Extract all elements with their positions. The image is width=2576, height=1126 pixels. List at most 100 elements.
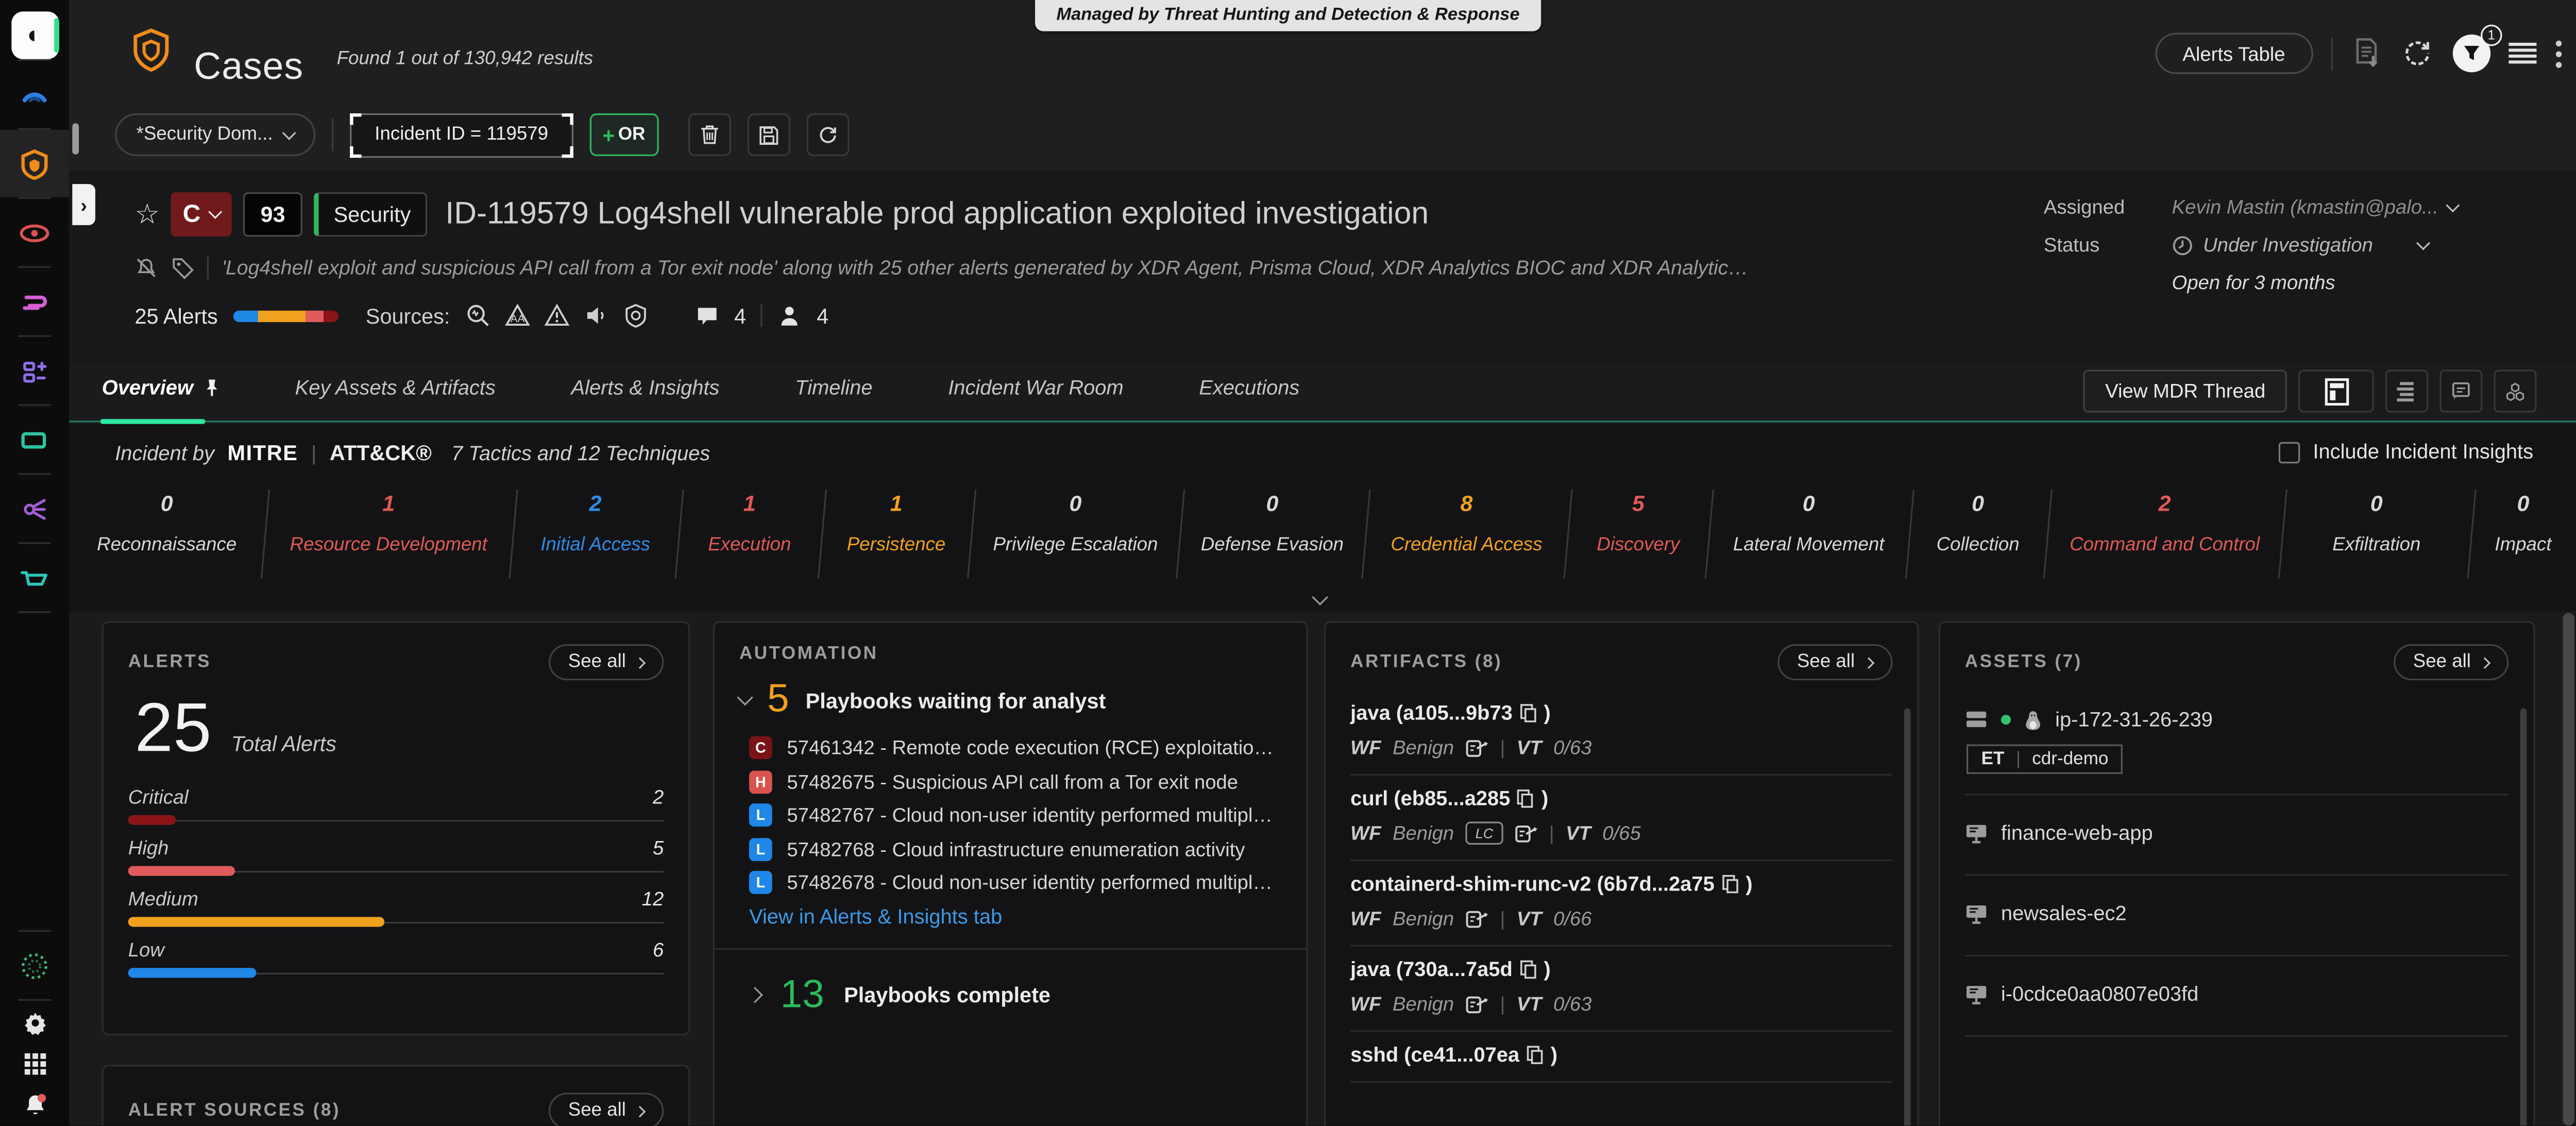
asset-row[interactable]: newsales-ec2 [1965, 876, 2509, 956]
query-token[interactable]: Incident ID = 119579 [350, 112, 572, 157]
severity-bar-high [128, 866, 664, 876]
asset-row[interactable]: finance-web-app [1965, 795, 2509, 876]
tactic-collection[interactable]: 0Collection [1909, 486, 2047, 579]
tab-war-room[interactable]: Incident War Room [948, 376, 1123, 399]
tactic-execution[interactable]: 1Execution [678, 486, 821, 579]
tactic-reconnaissance[interactable]: 0Reconnaissance [69, 486, 265, 579]
kebab-menu-icon[interactable] [2555, 39, 2563, 68]
sidebar-item-automation[interactable] [0, 475, 69, 543]
notification-muted-icon[interactable] [134, 256, 158, 279]
notes-button[interactable] [2439, 369, 2482, 412]
blocks-button[interactable] [2494, 369, 2537, 412]
save-filter-button[interactable] [747, 113, 790, 156]
tab-alerts-insights[interactable]: Alerts & Insights [571, 376, 719, 399]
tactic-command-and-control[interactable]: 2Command and Control [2047, 486, 2282, 579]
chevron-right-icon[interactable] [747, 987, 763, 1003]
delete-filter-button[interactable] [688, 113, 731, 156]
share-report-icon[interactable] [1515, 822, 1538, 844]
tab-executions[interactable]: Executions [1199, 376, 1299, 399]
tactic-lateral-movement[interactable]: 0Lateral Movement [1708, 486, 1909, 579]
file-copy-icon[interactable] [1519, 960, 1537, 979]
sidebar-item-cases[interactable] [0, 130, 69, 197]
sidebar-item-dashboard[interactable] [0, 61, 69, 128]
file-copy-icon[interactable] [1517, 789, 1535, 809]
tactic-persistence[interactable]: 1Persistence [821, 486, 972, 579]
file-copy-icon[interactable] [1721, 874, 1739, 894]
tactic-privilege-escalation[interactable]: 0Privilege Escalation [972, 486, 1180, 579]
refresh-sync-icon[interactable] [2400, 36, 2435, 71]
playbook-item[interactable]: C57461342 - Remote code execution (RCE) … [749, 736, 1281, 760]
severity-badge[interactable]: C [171, 192, 231, 237]
tag-icon[interactable] [171, 256, 194, 279]
field-selector[interactable]: *Security Dom... [115, 113, 315, 156]
timeline-list-button[interactable] [2385, 369, 2428, 412]
host-icon [1965, 983, 1988, 1004]
menu-lines-icon[interactable] [2509, 41, 2536, 66]
include-insights-checkbox[interactable] [2278, 441, 2299, 462]
asset-row[interactable]: ip-172-31-26-239 ET | cdr-demo [1965, 690, 2509, 795]
artifacts-see-all-button[interactable]: See all [1777, 644, 1893, 680]
expand-panel-button[interactable]: › [72, 184, 95, 225]
sidebar-item-notifications[interactable] [0, 1083, 69, 1126]
chevron-down-icon[interactable] [737, 688, 753, 705]
assets-scrollbar-thumb[interactable] [2520, 708, 2527, 1126]
playbook-item[interactable]: L57482767 - Cloud non-user identity perf… [749, 803, 1281, 827]
tactic-discovery[interactable]: 5Discovery [1568, 486, 1708, 579]
tactic-resource-development[interactable]: 1Resource Development [264, 486, 513, 579]
filter-button[interactable]: 1 [2453, 35, 2490, 72]
shield-source-icon [622, 302, 649, 329]
asset-row[interactable]: i-0cdce0aa0807e03fd [1965, 956, 2509, 1037]
tactic-defense-evasion[interactable]: 0Defense Evasion [1179, 486, 1365, 579]
tab-timeline[interactable]: Timeline [795, 376, 872, 399]
file-copy-icon[interactable] [1519, 703, 1537, 723]
view-mdr-thread-button[interactable]: View MDR Thread [2084, 369, 2287, 412]
sidebar-item-terminal[interactable] [0, 406, 69, 474]
sidebar-item-threat-intel[interactable] [0, 199, 69, 266]
star-icon[interactable]: ☆ [134, 200, 160, 228]
alerts-see-all-button[interactable]: See all [549, 644, 664, 680]
artifact-row[interactable]: curl (eb85...a285) WFBenignLC|VT0/65 [1350, 776, 1892, 861]
sidebar-item-settings[interactable] [0, 1001, 69, 1044]
share-report-icon[interactable] [1465, 908, 1488, 929]
share-report-icon[interactable] [1465, 994, 1488, 1015]
add-or-condition-button[interactable]: + OR [589, 113, 658, 156]
alerts-table-button[interactable]: Alerts Table [2155, 33, 2313, 74]
sidebar-item-marketplace[interactable] [0, 544, 69, 611]
users-icon[interactable] [777, 303, 802, 328]
export-report-icon[interactable] [2351, 36, 2382, 71]
status-value[interactable]: Under Investigation [2172, 233, 2429, 257]
tactic-initial-access[interactable]: 2Initial Access [513, 486, 678, 579]
artifacts-scrollbar-thumb[interactable] [1904, 708, 1911, 1126]
artifact-row[interactable]: containerd-shim-runc-v2 (6b7d...2a75) WF… [1350, 861, 1892, 947]
share-report-icon[interactable] [1465, 737, 1488, 758]
sidebar-item-assets[interactable] [0, 337, 69, 405]
playbook-item[interactable]: L57482768 - Cloud infrastructure enumera… [749, 837, 1281, 861]
sidebar-item-ai[interactable] [0, 932, 69, 1000]
include-insights-control[interactable]: Include Incident Insights [2278, 441, 2533, 464]
tab-key-assets[interactable]: Key Assets & Artifacts [295, 376, 496, 399]
tactic-credential-access[interactable]: 8Credential Access [1365, 486, 1568, 579]
view-alerts-insights-link[interactable]: View in Alerts & Insights tab [749, 904, 1281, 928]
assets-see-all-button[interactable]: See all [2393, 644, 2509, 680]
playbook-item[interactable]: L57482678 - Cloud non-user identity perf… [749, 871, 1281, 894]
tactic-exfiltration[interactable]: 0Exfiltration [2282, 486, 2470, 579]
page-scrollbar-thumb[interactable] [2563, 613, 2574, 1125]
sidebar-scrollbar-thumb[interactable] [72, 123, 78, 155]
cortex-logo-icon[interactable]: ◐ [11, 11, 58, 59]
collapse-section-chevron[interactable] [1314, 592, 1331, 608]
alert-sources-see-all-button[interactable]: See all [549, 1093, 664, 1126]
file-copy-icon[interactable] [1526, 1045, 1544, 1065]
artifact-row[interactable]: java (a105...9b73) WFBenign|VT0/63 [1350, 690, 1892, 776]
artifact-row[interactable]: java (730a...7a5d) WFBenign|VT0/63 [1350, 947, 1892, 1032]
playbook-item[interactable]: H57482675 - Suspicious API call from a T… [749, 770, 1281, 793]
comments-icon[interactable] [695, 303, 720, 328]
sidebar-item-apps-grid[interactable] [0, 1044, 69, 1083]
assigned-value[interactable]: Kevin Mastin (kmastin@palo... [2172, 195, 2459, 219]
reset-filter-button[interactable] [806, 113, 849, 156]
sidebar-item-data-sources[interactable] [0, 268, 69, 335]
layout-toggle-button[interactable] [2298, 369, 2374, 412]
tactic-impact[interactable]: 0Impact [2470, 486, 2575, 579]
tab-overview[interactable]: Overview [102, 376, 219, 399]
artifact-row[interactable]: sshd (ce41...07ea) [1350, 1032, 1892, 1083]
playbook-alert-text: 57482675 - Suspicious API call from a To… [787, 770, 1238, 793]
